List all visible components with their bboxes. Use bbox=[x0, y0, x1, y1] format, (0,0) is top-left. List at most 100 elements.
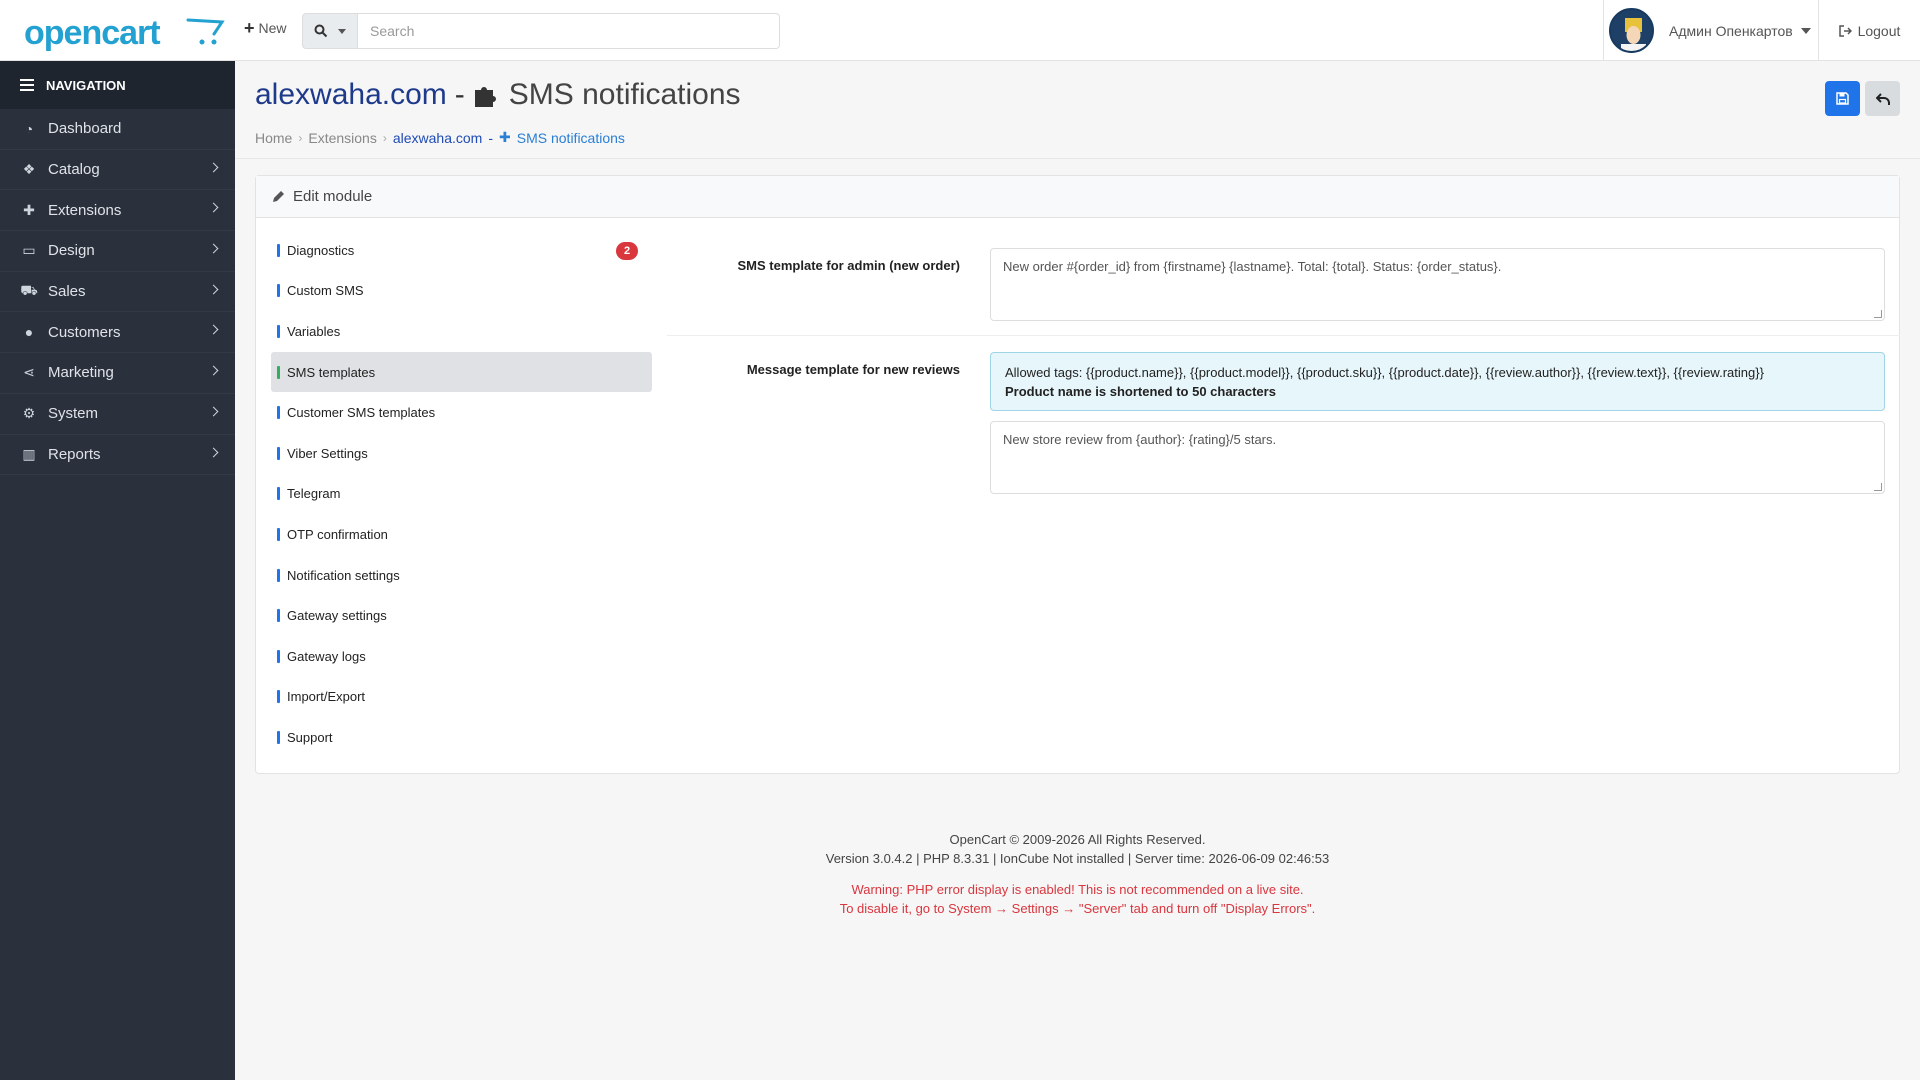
chevron-right-icon bbox=[208, 162, 219, 173]
chevron-right-icon bbox=[208, 202, 219, 213]
page-title: alexwaha.com - SMS notifications bbox=[255, 78, 741, 112]
tab-gateway-logs[interactable]: Gateway logs bbox=[271, 636, 652, 677]
tab-support[interactable]: Support bbox=[271, 717, 652, 758]
breadcrumb-home[interactable]: Home bbox=[255, 130, 292, 146]
tab-variables[interactable]: Variables bbox=[271, 311, 652, 352]
sidebar-item-label: System bbox=[48, 405, 99, 423]
search-input[interactable]: Search bbox=[358, 13, 780, 49]
search-icon bbox=[314, 24, 328, 38]
tab-marker bbox=[277, 446, 280, 460]
tab-marker bbox=[277, 568, 280, 582]
sidebar-item-reports[interactable]: ▥ Reports bbox=[0, 435, 235, 476]
breadcrumb-extensions[interactable]: Extensions bbox=[308, 130, 376, 146]
sidebar-item-extensions[interactable]: ✚ Extensions bbox=[0, 190, 235, 232]
tags-icon: ❖ bbox=[22, 161, 36, 178]
chevron-right-icon bbox=[208, 284, 219, 295]
footer-version: Version 3.0.4.2 | PHP 8.3.31 | IonCube N… bbox=[825, 851, 1330, 866]
review-template-textarea[interactable]: New store review from {author}: {rating}… bbox=[990, 421, 1885, 494]
allowed-tags-text: Allowed tags: {{product.name}}, {{produc… bbox=[1005, 365, 1764, 380]
back-button[interactable] bbox=[1865, 81, 1900, 116]
dashboard-icon: ◔ bbox=[24, 120, 34, 137]
tab-marker bbox=[277, 365, 280, 379]
sidebar-item-sales[interactable]: ⛟ Sales bbox=[0, 272, 235, 313]
tab-marker bbox=[277, 284, 280, 298]
chevron-right-icon bbox=[208, 365, 219, 376]
pencil-icon bbox=[273, 191, 284, 202]
tab-marker bbox=[277, 487, 280, 501]
share-icon: ⋖ bbox=[23, 364, 35, 381]
sidebar-item-label: Catalog bbox=[48, 161, 100, 179]
logout-button[interactable]: Logout bbox=[1818, 0, 1920, 61]
user-menu[interactable]: Админ Опенкартов bbox=[1603, 0, 1818, 61]
cart-logo-icon bbox=[186, 18, 225, 45]
new-button[interactable]: + New bbox=[244, 18, 287, 38]
monitor-icon: ▭ bbox=[22, 242, 36, 259]
plus-icon: + bbox=[244, 18, 255, 38]
sidebar-item-system[interactable]: ⚙ System bbox=[0, 394, 235, 435]
card-title: Edit module bbox=[293, 188, 373, 205]
tab-gateway-settings[interactable]: Gateway settings bbox=[271, 595, 652, 636]
search-type-dropdown[interactable] bbox=[302, 13, 358, 49]
review-template-value: New store review from {author}: {rating}… bbox=[1003, 432, 1277, 447]
sidebar-item-marketing[interactable]: ⋖ Marketing bbox=[0, 353, 235, 394]
navigation-header[interactable]: NAVIGATION bbox=[0, 61, 235, 109]
tab-marker bbox=[277, 609, 280, 623]
breadcrumb: Home › Extensions › alexwaha.com - ✚ SMS… bbox=[255, 129, 625, 146]
page-title-module: SMS notifications bbox=[508, 78, 741, 111]
tab-label: Viber Settings bbox=[287, 445, 368, 461]
allowed-tags-info: Allowed tags: {{product.name}}, {{produc… bbox=[990, 352, 1885, 411]
tab-sms-templates[interactable]: SMS templates bbox=[271, 351, 652, 393]
sidebar-item-dashboard[interactable]: ◔ Dashboard bbox=[0, 109, 235, 150]
page-title-separator: - bbox=[454, 78, 465, 111]
chevron-down-icon bbox=[1800, 27, 1811, 34]
tab-label: Import/Export bbox=[287, 689, 366, 705]
logout-label: Logout bbox=[1857, 22, 1901, 39]
tab-label: Gateway logs bbox=[287, 648, 366, 664]
tab-marker bbox=[277, 406, 280, 420]
reply-icon bbox=[1875, 92, 1890, 105]
module-tabs: Diagnostics 2 Custom SMS Variables SMS t… bbox=[271, 230, 652, 758]
breadcrumb-site[interactable]: alexwaha.com bbox=[393, 130, 483, 146]
sidebar-item-label: Extensions bbox=[48, 201, 122, 219]
breadcrumb-module[interactable]: SMS notifications bbox=[517, 130, 625, 146]
page-title-site: alexwaha.com bbox=[255, 78, 447, 111]
tab-marker bbox=[277, 730, 280, 744]
tab-label: Notification settings bbox=[287, 567, 400, 583]
cart-icon: ⛟ bbox=[20, 282, 38, 299]
floppy-icon bbox=[1836, 92, 1849, 105]
gear-icon: ⚙ bbox=[22, 405, 36, 422]
save-button[interactable] bbox=[1825, 81, 1860, 116]
footer-warning: Warning: PHP error display is enabled! T… bbox=[851, 882, 1304, 897]
breadcrumb-separator: › bbox=[298, 130, 303, 145]
admin-template-textarea[interactable]: New order #{order_id} from {firstname} {… bbox=[990, 248, 1885, 321]
tab-label: Customer SMS templates bbox=[287, 405, 436, 421]
tab-otp-confirmation[interactable]: OTP confirmation bbox=[271, 514, 652, 555]
top-header: opencart + New Search Админ Опенкартов L… bbox=[0, 0, 1920, 61]
tab-label: Gateway settings bbox=[287, 608, 387, 624]
opencart-logo[interactable]: opencart bbox=[24, 14, 225, 53]
breadcrumb-dash: - bbox=[488, 129, 494, 146]
admin-template-label: SMS template for admin (new order) bbox=[737, 258, 960, 273]
sidebar-item-customers[interactable]: ● Customers bbox=[0, 312, 235, 354]
logout-icon bbox=[1838, 24, 1852, 37]
tab-import-export[interactable]: Import/Export bbox=[271, 677, 652, 718]
tab-diagnostics[interactable]: Diagnostics 2 bbox=[271, 230, 652, 271]
footer-warning-instructions: To disable it, go to System → Settings →… bbox=[839, 901, 1316, 916]
status-badge: 2 bbox=[616, 242, 638, 260]
tab-custom-sms[interactable]: Custom SMS bbox=[271, 271, 652, 312]
form-row-divider bbox=[667, 335, 1900, 336]
sidebar-item-catalog[interactable]: ❖ Catalog bbox=[0, 150, 235, 191]
tab-viber-settings[interactable]: Viber Settings bbox=[271, 433, 652, 474]
chevron-right-icon bbox=[208, 447, 219, 457]
header-divider bbox=[235, 158, 1920, 159]
tab-telegram[interactable]: Telegram bbox=[271, 474, 652, 515]
tab-label: SMS templates bbox=[287, 364, 376, 380]
navigation-title: NAVIGATION bbox=[46, 77, 126, 93]
sidebar-item-design[interactable]: ▭ Design bbox=[0, 231, 235, 272]
user-name: Админ Опенкартов bbox=[1669, 22, 1793, 39]
tab-customer-sms-templates[interactable]: Customer SMS templates bbox=[271, 392, 652, 433]
menu-icon bbox=[20, 79, 34, 91]
user-icon: ● bbox=[24, 324, 34, 341]
tab-notification-settings[interactable]: Notification settings bbox=[271, 555, 652, 596]
new-button-label: New bbox=[258, 20, 287, 36]
